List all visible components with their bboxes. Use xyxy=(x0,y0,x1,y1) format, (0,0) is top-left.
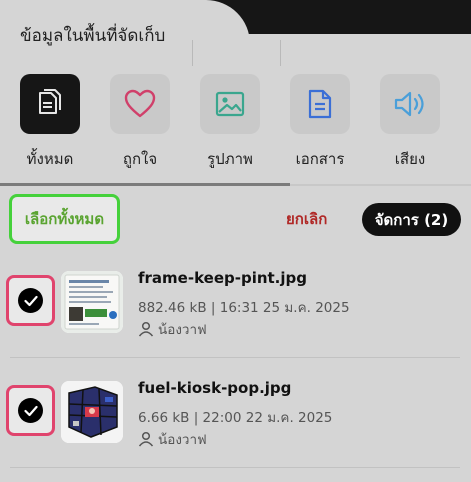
file-thumbnail xyxy=(61,381,123,443)
category-audio[interactable]: เสียง xyxy=(365,74,455,174)
files-icon xyxy=(20,74,80,134)
divider xyxy=(10,467,460,468)
list-item[interactable]: frame-keep-pint.jpg 882.46 kB | 16:31 25… xyxy=(0,250,471,360)
category-images[interactable]: รูปภาพ xyxy=(185,74,275,174)
heart-icon xyxy=(110,74,170,134)
divider xyxy=(192,40,193,66)
header-bar: ข้อมูลในพื้นที่จัดเก็บ xyxy=(0,0,471,66)
category-bar: ทั้งหมด ถูกใจ รูปภาพ เอกสาร เสียง xyxy=(0,74,471,174)
title-tab-extension xyxy=(190,34,471,66)
file-name: fuel-kiosk-pop.jpg xyxy=(138,379,292,397)
category-label: เสียง xyxy=(394,150,426,168)
owner-name: น้องวาฟ xyxy=(158,322,207,338)
speaker-icon xyxy=(380,74,440,134)
file-owner: น้องวาฟ xyxy=(138,318,207,340)
category-label: ทั้งหมด xyxy=(26,150,74,168)
file-name: frame-keep-pint.jpg xyxy=(138,269,307,287)
divider xyxy=(280,40,281,66)
category-label: รูปภาพ xyxy=(207,150,253,168)
list-item[interactable]: fuel-kiosk-pop.jpg 6.66 kB | 22:00 22 ม.… xyxy=(0,360,471,470)
file-meta: 6.66 kB | 22:00 22 ม.ค. 2025 xyxy=(138,410,333,426)
owner-name: น้องวาฟ xyxy=(158,432,207,448)
checkbox[interactable] xyxy=(6,275,55,326)
tab-indicator xyxy=(0,183,290,186)
checkmark-icon xyxy=(18,288,43,313)
page-title: ข้อมูลในพื้นที่จัดเก็บ xyxy=(20,26,166,46)
image-icon xyxy=(200,74,260,134)
checkmark-icon xyxy=(18,398,43,423)
category-all[interactable]: ทั้งหมด xyxy=(5,74,95,174)
document-icon xyxy=(290,74,350,134)
file-meta: 882.46 kB | 16:31 25 ม.ค. 2025 xyxy=(138,300,350,316)
file-owner: น้องวาฟ xyxy=(138,428,207,450)
file-thumbnail xyxy=(61,271,123,333)
select-all-button[interactable]: เลือกทั้งหมด xyxy=(9,194,120,244)
category-label: ถูกใจ xyxy=(122,150,158,168)
divider xyxy=(10,357,460,358)
manage-button[interactable]: จัดการ (2) xyxy=(362,203,461,236)
user-icon xyxy=(138,431,154,447)
checkbox[interactable] xyxy=(6,385,55,436)
user-icon xyxy=(138,321,154,337)
category-favorites[interactable]: ถูกใจ xyxy=(95,74,185,174)
category-documents[interactable]: เอกสาร xyxy=(275,74,365,174)
category-label: เอกสาร xyxy=(295,150,345,168)
cancel-button[interactable]: ยกเลิก xyxy=(286,207,327,231)
